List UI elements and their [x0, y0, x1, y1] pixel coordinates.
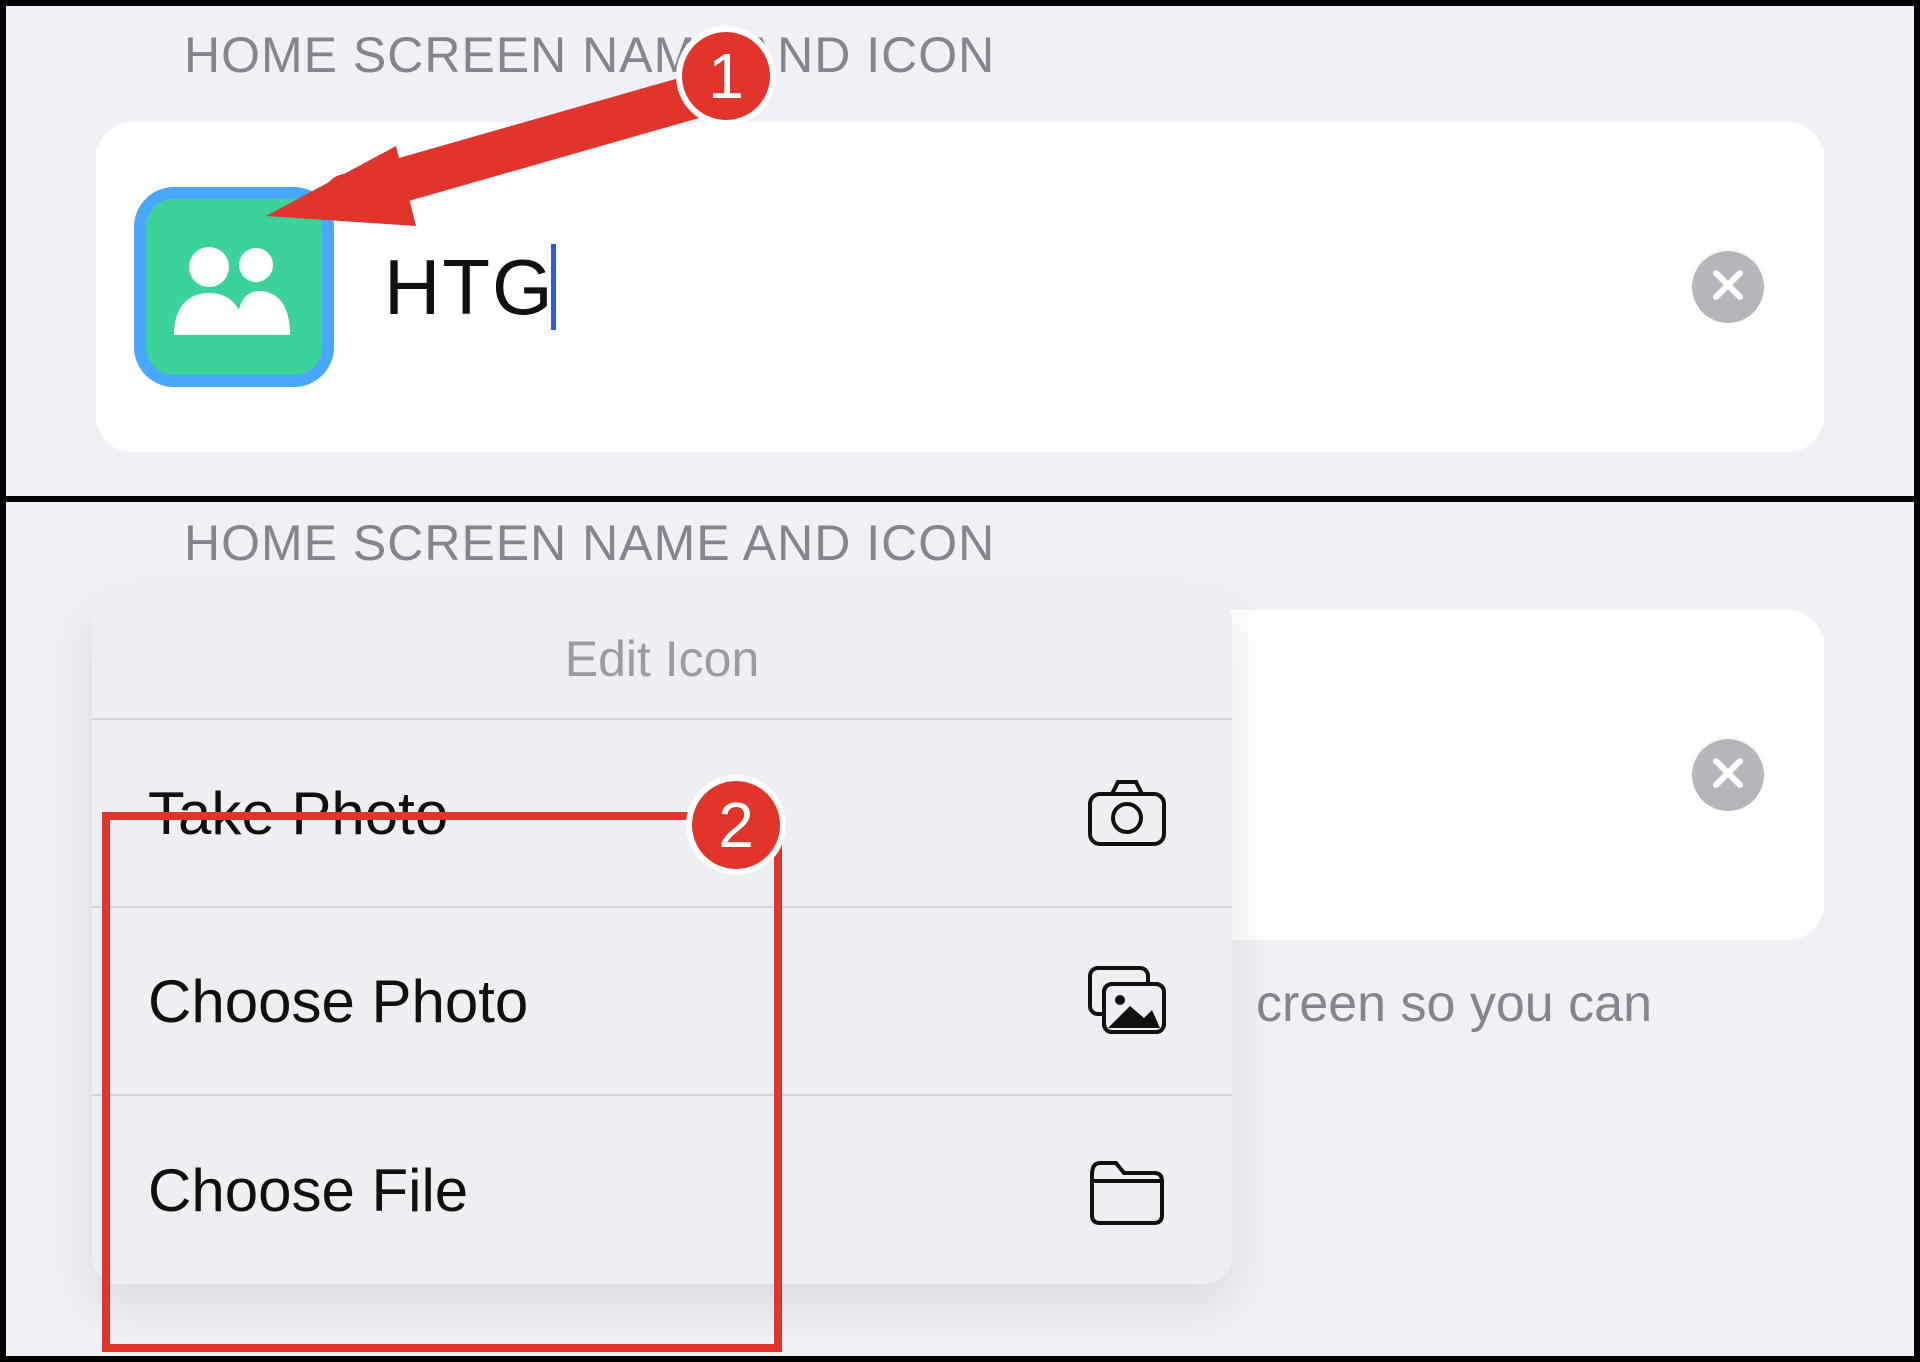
menu-item-take-photo[interactable]: Take Photo [92, 720, 1232, 908]
helper-text-fragment: creen so you can [1256, 974, 1652, 1034]
panel-step-1: HOME SCREEN NAME AND ICON HTG [6, 6, 1914, 496]
shortcut-name-input[interactable]: HTG [384, 242, 1692, 333]
close-icon [1710, 267, 1746, 308]
shortcut-icon-button[interactable] [134, 187, 334, 387]
shortcut-name-value: HTG [384, 242, 555, 333]
section-header: HOME SCREEN NAME AND ICON [184, 26, 995, 84]
menu-item-label: Choose Photo [148, 967, 528, 1036]
edit-icon-menu-title: Edit Icon [92, 594, 1232, 720]
camera-icon [1082, 768, 1172, 858]
folder-icon [1082, 1145, 1172, 1235]
annotation-badge-1: 1 [676, 26, 776, 126]
section-header: HOME SCREEN NAME AND ICON [184, 514, 995, 572]
menu-item-label: Take Photo [148, 779, 448, 848]
tutorial-frame: HOME SCREEN NAME AND ICON HTG [0, 0, 1920, 1362]
annotation-badge-2: 2 [686, 775, 786, 875]
people-icon [164, 235, 304, 340]
edit-icon-menu: Edit Icon Take Photo Choose Photo [92, 594, 1232, 1284]
name-icon-card: HTG [96, 122, 1824, 452]
photos-icon [1082, 956, 1172, 1046]
menu-item-choose-file[interactable]: Choose File [92, 1096, 1232, 1284]
clear-button[interactable] [1692, 739, 1764, 811]
text-cursor [551, 244, 556, 330]
panel-step-2: HOME SCREEN NAME AND ICON creen so you c… [6, 496, 1914, 1356]
menu-item-choose-photo[interactable]: Choose Photo [92, 908, 1232, 1096]
close-icon [1710, 755, 1746, 796]
menu-item-label: Choose File [148, 1156, 468, 1225]
clear-button[interactable] [1692, 251, 1764, 323]
